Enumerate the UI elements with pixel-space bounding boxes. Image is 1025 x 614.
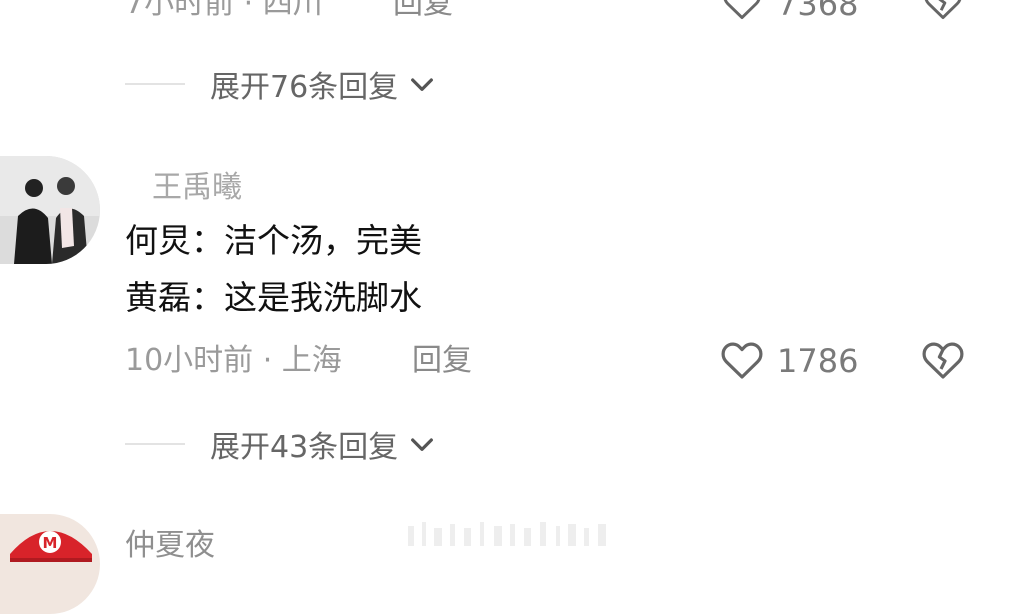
comment-1-like-count: 7368 [777,0,859,23]
comment-1-dislike-button[interactable] [920,0,966,24]
comment-1-like-button[interactable] [720,0,764,24]
comment-1-reply-button[interactable]: 回复 [393,0,453,22]
comment-2-dislike-button[interactable] [919,336,967,384]
comment-2-text-line-1: 何炅：洁个汤，完美 [125,221,422,260]
expand-replies-label: 展开76条回复 [210,70,399,105]
avatar[interactable]: M [0,514,100,614]
comment-2-username[interactable]: 王禹曦 [152,162,242,206]
divider-line [125,83,185,85]
comment-2-text-line-2: 黄磊：这是我洗脚水 [125,278,422,317]
broken-heart-icon [924,0,962,20]
comment-2-like-button[interactable] [718,336,766,384]
heart-outline-icon [721,342,763,379]
avatar-photo: M [0,514,100,614]
expand-replies-label: 展开43条回复 [210,430,399,465]
expand-replies-button[interactable]: 展开43条回复 [125,424,438,465]
comment-3-username[interactable]: 仲夏夜 [125,520,215,564]
expand-replies-button[interactable]: 展开76条回复 [125,64,438,105]
avatar-photo [0,156,100,264]
broken-heart-icon [922,342,964,379]
comment-2-meta: 10小时前 · 上海 [125,343,342,378]
comment-2-like-count: 1786 [777,342,859,380]
chevron-down-icon [411,438,434,451]
svg-text:M: M [43,534,58,552]
heart-outline-icon [723,0,761,20]
comment-2-reply-button[interactable]: 回复 [412,343,472,379]
comment-1-meta: 7小时前 · 四川 [125,0,323,21]
avatar[interactable] [0,156,100,264]
chevron-down-icon [411,78,434,91]
watermark [408,520,618,550]
divider-line [125,443,185,445]
